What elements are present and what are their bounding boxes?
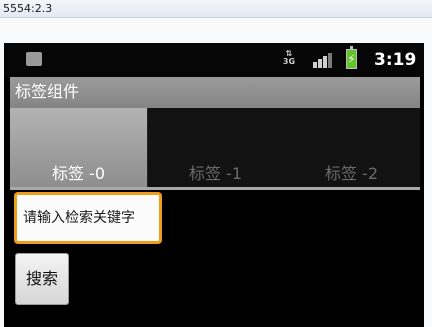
network-label: 3G	[282, 57, 296, 66]
tab-0-label: 标签 -0	[51, 164, 106, 183]
tab-widget: 标签 -0 标签 -1 标签 -2	[10, 108, 420, 190]
tab-2-label: 标签 -2	[324, 164, 379, 183]
network-3g-icon: ⇅ 3G	[282, 49, 296, 66]
tab-1[interactable]: 标签 -1	[147, 108, 283, 187]
app-title: 标签组件	[15, 82, 80, 101]
signal-icon	[313, 52, 333, 68]
tab-1-label: 标签 -1	[188, 164, 243, 183]
status-bar: ⇅ 3G ⚡ 3:19	[4, 43, 424, 77]
phone-screen: ⇅ 3G ⚡ 3:19 标签组件 标签 -0 标签 -1 标签 -2 搜索	[4, 43, 424, 327]
window-title-text: 5554:2.3	[3, 2, 53, 15]
tab-2[interactable]: 标签 -2	[283, 108, 420, 187]
search-button[interactable]: 搜索	[15, 253, 69, 305]
search-input[interactable]	[14, 192, 162, 244]
tab-indicator-strip	[10, 187, 420, 190]
tab-0[interactable]: 标签 -0	[10, 108, 147, 187]
notification-icon	[26, 52, 42, 66]
app-title-bar: 标签组件	[10, 77, 420, 109]
emulator-window-title: 5554:2.3	[0, 0, 432, 18]
battery-charging-icon: ⚡	[346, 46, 357, 69]
status-time: 3:19	[374, 50, 417, 70]
